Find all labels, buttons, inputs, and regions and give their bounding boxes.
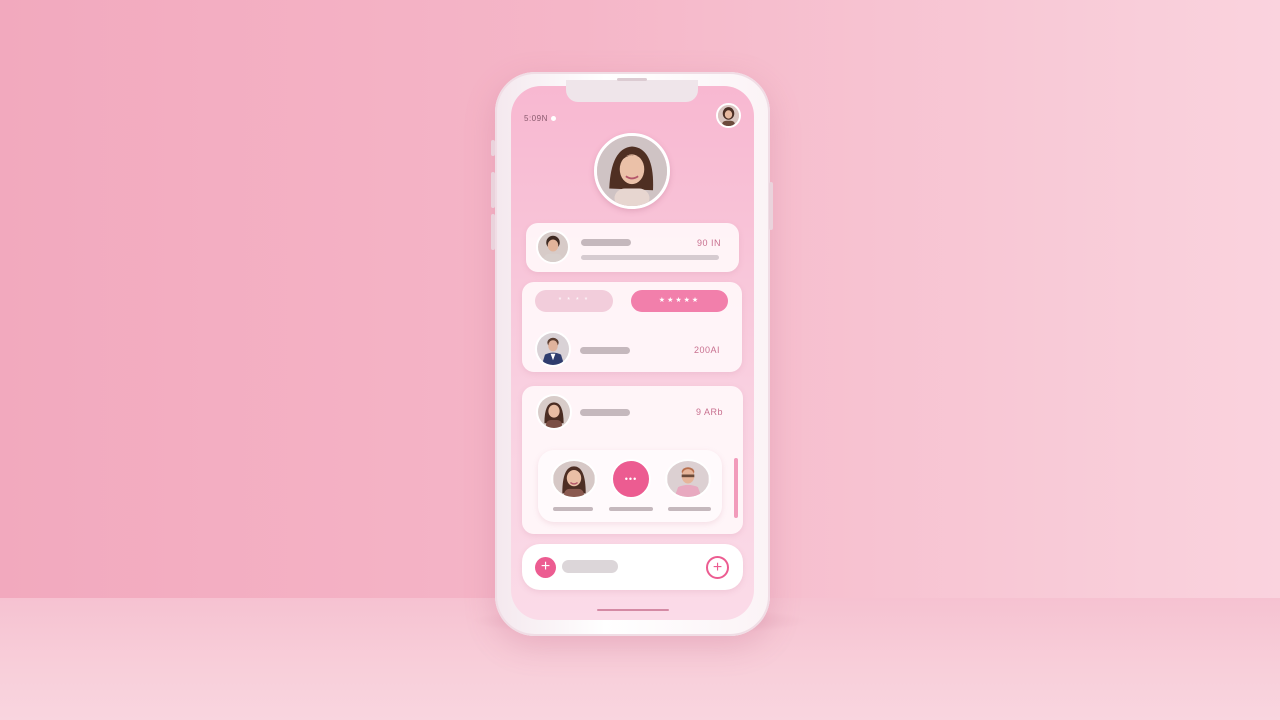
- avatar-icon: [538, 232, 568, 262]
- status-bar: 5:09N: [524, 114, 556, 123]
- plus-circle-icon: +: [712, 559, 723, 576]
- rating-card: * * * * ★★★★★ 200AI: [522, 282, 742, 372]
- avatar-icon: [667, 461, 709, 497]
- rating-pill-left[interactable]: * * * *: [535, 290, 613, 312]
- contact-avatar: [535, 331, 571, 367]
- avatar-icon: [537, 333, 569, 365]
- status-time: 5:09N: [524, 114, 548, 123]
- phone-speaker: [617, 78, 647, 81]
- phone-side-button: [491, 214, 495, 250]
- avatar-icon: [553, 461, 595, 497]
- contact-card[interactable]: 90 IN: [526, 223, 739, 272]
- scrollbar[interactable]: [734, 458, 738, 518]
- name-placeholder: [580, 347, 630, 354]
- contact-value: 200AI: [694, 345, 721, 355]
- contacts-card: 9 ARb •••: [522, 386, 743, 534]
- contact-avatar[interactable]: [551, 459, 597, 499]
- avatar-icon: [597, 136, 667, 206]
- phone-side-button: [491, 140, 495, 156]
- more-contacts-button[interactable]: •••: [611, 459, 651, 499]
- contact-avatar[interactable]: [665, 459, 711, 499]
- detail-placeholder: [581, 255, 719, 260]
- plus-icon: +: [540, 558, 551, 575]
- profile-avatar[interactable]: [594, 133, 670, 209]
- message-input-placeholder[interactable]: [562, 560, 618, 573]
- add-button[interactable]: +: [535, 557, 556, 578]
- phone-notch: [566, 80, 698, 102]
- account-avatar-button[interactable]: [716, 103, 741, 128]
- contacts-row: •••: [538, 450, 722, 522]
- contact-value: 9 ARb: [696, 407, 724, 417]
- add-contact-button[interactable]: +: [706, 556, 729, 579]
- compose-bar: + +: [522, 544, 743, 590]
- name-placeholder: [668, 507, 711, 511]
- phone-power-button: [769, 182, 773, 230]
- contact-avatar[interactable]: [536, 394, 572, 430]
- contact-value: 90 IN: [697, 238, 722, 248]
- rating-pill-right[interactable]: ★★★★★: [631, 290, 728, 312]
- contact-avatar: [536, 230, 570, 264]
- name-placeholder: [580, 409, 630, 416]
- phone-side-button: [491, 172, 495, 208]
- name-placeholder: [609, 507, 653, 511]
- avatar-icon: [718, 105, 739, 126]
- status-dot-icon: [550, 116, 556, 122]
- home-indicator[interactable]: [597, 609, 669, 611]
- name-placeholder: [553, 507, 593, 511]
- name-placeholder: [581, 239, 631, 246]
- avatar-icon: [538, 396, 570, 428]
